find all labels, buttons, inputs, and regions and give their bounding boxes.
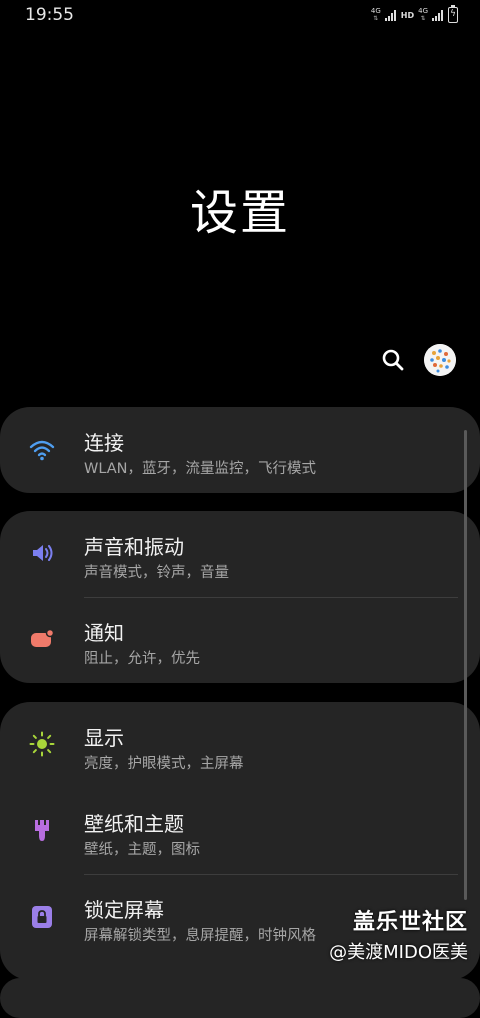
settings-group-connections: 连接 WLAN，蓝牙，流量监控，飞行模式	[0, 407, 480, 493]
settings-item-connections[interactable]: 连接 WLAN，蓝牙，流量监控，飞行模式	[0, 407, 470, 493]
search-button[interactable]	[380, 347, 406, 373]
settings-group-sound-notifications: 声音和振动 声音模式，铃声，音量 通知 阻止，允许，优先	[0, 511, 480, 683]
item-subtitle: 阻止，允许，优先	[84, 651, 200, 667]
item-subtitle: 壁纸，主题，图标	[84, 842, 200, 858]
brush-icon	[28, 816, 56, 844]
signal-icon	[384, 9, 397, 21]
item-title: 声音和振动	[84, 535, 184, 559]
scrollbar[interactable]	[464, 430, 467, 900]
settings-group-next	[0, 978, 480, 1018]
status-time: 19:55	[25, 5, 74, 25]
settings-item-notifications[interactable]: 通知 阻止，允许，优先	[0, 597, 470, 683]
item-title: 显示	[84, 726, 124, 750]
item-subtitle: 亮度，护眼模式，主屏幕	[84, 756, 244, 772]
status-icons: 4G ⇅ HD 4G ⇅ ϟ	[370, 5, 458, 24]
lock-icon	[28, 903, 56, 931]
watermark: 盖乐世社区 @美渡MIDO医美	[329, 904, 468, 964]
settings-item-sound[interactable]: 声音和振动 声音模式，铃声，音量	[0, 511, 470, 597]
item-subtitle: 声音模式，铃声，音量	[84, 565, 229, 581]
network-type-icon: 4G ⇅	[370, 7, 381, 23]
item-subtitle: WLAN，蓝牙，流量监控，飞行模式	[84, 461, 317, 477]
search-icon	[382, 349, 404, 371]
brightness-icon	[28, 730, 56, 758]
volume-icon	[28, 539, 56, 567]
page-title: 设置	[189, 185, 290, 241]
item-title: 壁纸和主题	[84, 812, 184, 836]
avatar[interactable]	[424, 344, 456, 376]
watermark-line-1: 盖乐世社区	[352, 910, 468, 935]
network-type-icon-2: 4G ⇅	[418, 7, 428, 23]
notification-icon	[28, 625, 56, 653]
network-label: 4G	[370, 7, 381, 15]
settings-item-display[interactable]: 显示 亮度，护眼模式，主屏幕	[0, 702, 470, 788]
battery-icon: ϟ	[448, 5, 458, 23]
network-label-2: 4G	[418, 7, 428, 15]
item-title: 通知	[84, 621, 124, 645]
watermark-line-2: @美渡MIDO医美	[329, 942, 468, 963]
avatar-image	[424, 344, 456, 376]
item-subtitle: 屏幕解锁类型，息屏提醒，时钟风格	[84, 928, 316, 944]
wifi-icon	[28, 436, 56, 464]
signal-icon-2	[432, 9, 444, 21]
item-title: 连接	[84, 431, 124, 455]
settings-item-wallpaper-themes[interactable]: 壁纸和主题 壁纸，主题，图标	[0, 788, 470, 874]
item-title: 锁定屏幕	[84, 898, 164, 922]
status-bar: 19:55 4G ⇅ HD 4G ⇅ ϟ	[0, 0, 480, 30]
hd-icon: HD	[400, 10, 415, 20]
